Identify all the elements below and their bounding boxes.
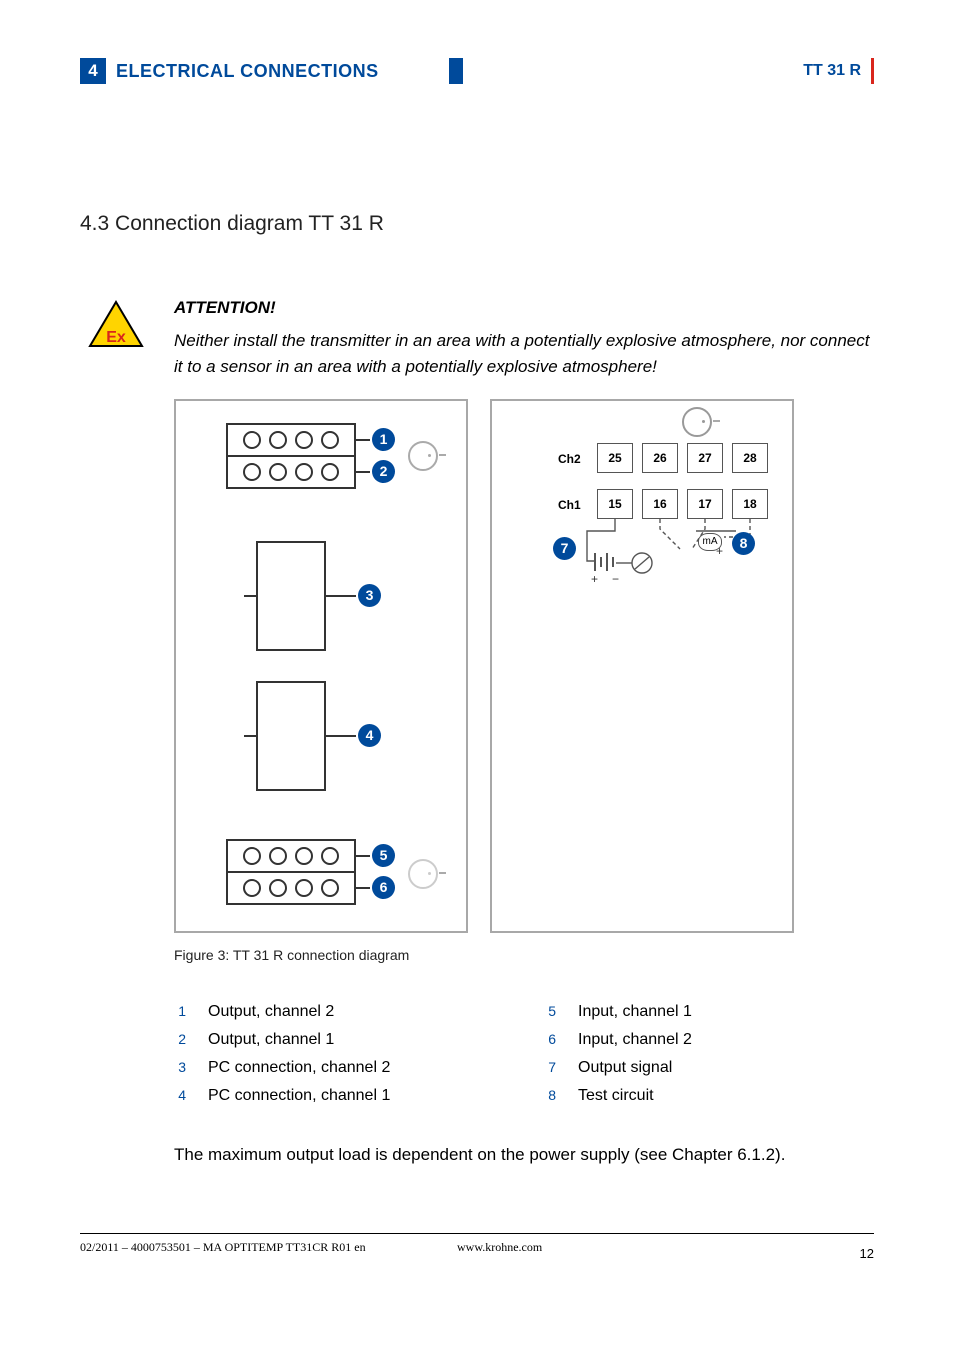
ma-label: mA: [698, 533, 722, 551]
legend-item: 6 Input, channel 2: [544, 1031, 874, 1049]
footer-docref: 02/2011 – 4000753501 – MA OPTITEMP TT31C…: [80, 1240, 457, 1261]
legend-text: Output signal: [578, 1059, 672, 1077]
legend-item: 5 Input, channel 1: [544, 1003, 874, 1021]
callout-4: 4: [358, 724, 381, 747]
svg-text:−: −: [612, 572, 619, 586]
legend-item: 3 PC connection, channel 2: [174, 1059, 504, 1077]
legend-num: 6: [544, 1031, 556, 1047]
ex-warning-icon: Ex: [80, 298, 152, 381]
legend-num: 2: [174, 1031, 186, 1047]
note-text: The maximum output load is dependent on …: [174, 1145, 874, 1165]
legend-text: Test circuit: [578, 1087, 654, 1105]
callout-6: 6: [372, 876, 395, 899]
attention-heading: ATTENTION!: [174, 298, 874, 318]
chapter-header: 4 ELECTRICAL CONNECTIONS TT 31 R: [80, 58, 874, 84]
config-port-icon: [408, 859, 438, 889]
legend-item: 7 Output signal: [544, 1059, 874, 1077]
header-accent: [449, 58, 463, 84]
chapter-title: ELECTRICAL CONNECTIONS: [106, 58, 449, 84]
legend-item: 8 Test circuit: [544, 1087, 874, 1105]
callout-1: 1: [372, 428, 395, 451]
legend-text: Input, channel 2: [578, 1031, 692, 1049]
connection-diagram: 1 2 3 4 5 6: [174, 399, 874, 933]
legend-item: 1 Output, channel 2: [174, 1003, 504, 1021]
legend-text: PC connection, channel 1: [208, 1087, 390, 1105]
page-number: 12: [834, 1240, 874, 1261]
callout-2: 2: [372, 460, 395, 483]
legend-num: 4: [174, 1087, 186, 1103]
legend-num: 5: [544, 1003, 556, 1019]
callout-5: 5: [372, 844, 395, 867]
legend-num: 7: [544, 1059, 556, 1075]
page-footer: 02/2011 – 4000753501 – MA OPTITEMP TT31C…: [80, 1233, 874, 1261]
legend-num: 3: [174, 1059, 186, 1075]
legend-num: 1: [174, 1003, 186, 1019]
legend-text: Output, channel 2: [208, 1003, 334, 1021]
section-title: 4.3 Connection diagram TT 31 R: [80, 212, 874, 236]
device-model: TT 31 R: [795, 58, 874, 84]
callout-8: 8: [732, 532, 755, 555]
legend-item: 4 PC connection, channel 1: [174, 1087, 504, 1105]
legend-text: PC connection, channel 2: [208, 1059, 390, 1077]
chapter-number: 4: [80, 58, 106, 84]
attention-block: Ex ATTENTION! Neither install the transm…: [80, 298, 874, 381]
legend-text: Input, channel 1: [578, 1003, 692, 1021]
callout-7: 7: [553, 537, 576, 560]
legend-item: 2 Output, channel 1: [174, 1031, 504, 1049]
legend: 1 Output, channel 2 5 Input, channel 1 2…: [174, 1003, 874, 1105]
callout-3: 3: [358, 584, 381, 607]
attention-text: Neither install the transmitter in an ar…: [174, 328, 874, 381]
figure-caption: Figure 3: TT 31 R connection diagram: [174, 947, 874, 963]
config-port-icon: [408, 441, 438, 471]
diagram-front-view: 1 2 3 4 5 6: [174, 399, 468, 933]
footer-url: www.krohne.com: [457, 1240, 834, 1261]
diagram-wiring: Ch2 25 26 27 28 Ch1 15 16 17 18: [490, 399, 794, 933]
legend-num: 8: [544, 1087, 556, 1103]
svg-text:Ex: Ex: [106, 329, 126, 346]
svg-text:+: +: [591, 572, 598, 586]
legend-text: Output, channel 1: [208, 1031, 334, 1049]
